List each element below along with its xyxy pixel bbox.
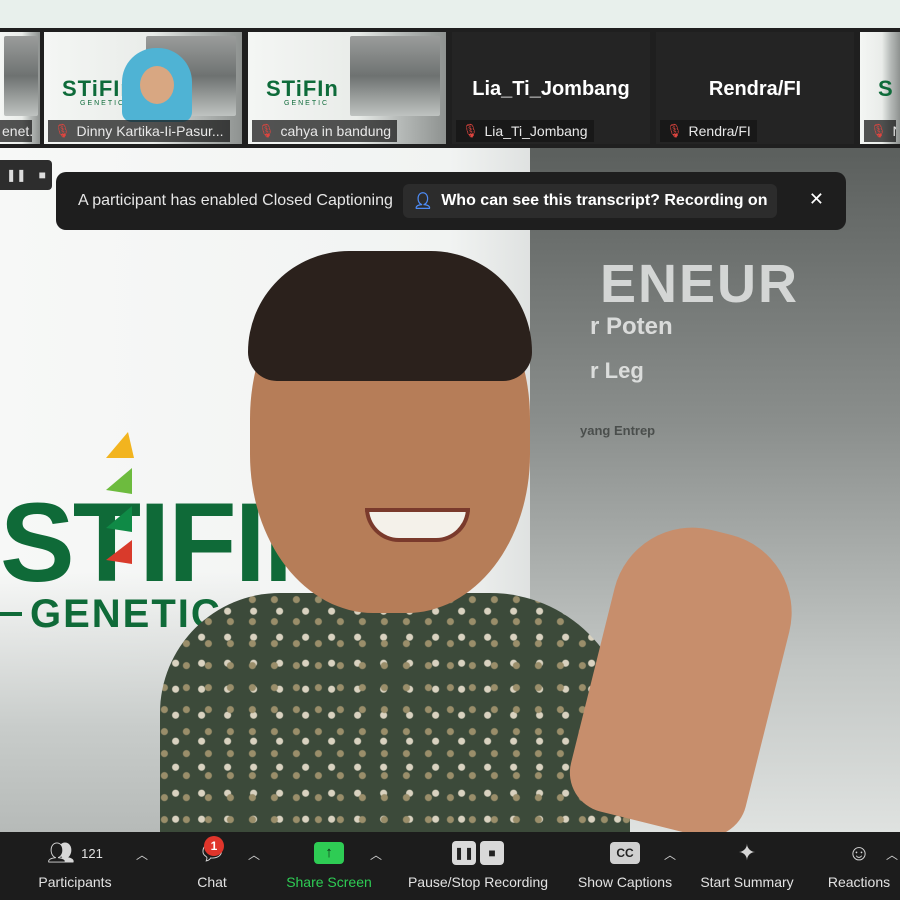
mic-muted-icon: 🎙︎ <box>258 123 275 138</box>
chat-button[interactable]: 💬︎1 Chat <box>180 836 244 896</box>
tile-logo-sub: GENETIC <box>284 100 330 107</box>
participant-name-label: 🎙︎ Lia_Ti_Jombang <box>456 120 594 142</box>
closed-caption-notification: A participant has enabled Closed Caption… <box>56 172 846 230</box>
caption-notification-message: A participant has enabled Closed Caption… <box>78 192 393 209</box>
chat-unread-badge: 1 <box>204 836 224 856</box>
stop-recording-icon[interactable]: ■ <box>39 168 46 182</box>
tile-background-photo <box>350 36 440 116</box>
participant-display-name: Lia_Ti_Jombang <box>472 78 630 100</box>
mic-muted-icon: 🎙︎ <box>666 123 683 138</box>
share-screen-arrow-icon: ↑ <box>314 842 344 864</box>
tile-logo: S <box>878 76 894 101</box>
chat-options-chevron-icon[interactable]: ︿ <box>248 846 260 863</box>
tile-logo-sub: GENETIC <box>80 100 126 107</box>
speaker-person <box>160 251 630 832</box>
participant-strip: enet... STiFIn GENETIC 🎙︎Dinny Kartika-I… <box>0 28 900 148</box>
mic-muted-icon: 🎙︎ <box>870 123 887 138</box>
participants-options-chevron-icon[interactable]: ︿ <box>136 846 148 863</box>
close-icon[interactable]: ✕ <box>809 189 824 210</box>
participant-name-label: 🎙︎ Dinny Kartika-Ii-Pasur... <box>48 120 230 142</box>
active-speaker-video[interactable]: ENEUR r Poten r Leg yang Entrep STIFIN G… <box>0 148 900 832</box>
mic-muted-icon: 🎙︎ <box>54 123 71 138</box>
transcript-visibility-text: Who can see this transcript? Recording o… <box>441 192 768 209</box>
reactions-options-chevron-icon[interactable]: ︿ <box>886 846 898 863</box>
participant-name-label: 🎙︎ cahya in bandung <box>252 120 398 142</box>
transcript-visibility-link[interactable]: 👤︎ Who can see this transcript? Recordin… <box>402 184 778 218</box>
participant-video-face <box>122 48 192 122</box>
participant-display-name: Rendra/FI <box>708 78 802 100</box>
speaker-hair <box>248 251 532 381</box>
start-summary-button[interactable]: ✦ Start Summary <box>692 838 802 896</box>
share-options-chevron-icon[interactable]: ︿ <box>370 846 382 863</box>
pause-icon: ❚❚ <box>452 841 476 865</box>
participant-count: 121 <box>81 845 103 861</box>
participant-tile[interactable]: Lia_Ti_Jombang 🎙︎ Lia_Ti_Jombang <box>452 32 650 144</box>
sparkle-icon: ✦ <box>737 840 757 865</box>
pause-stop-recording-button[interactable]: ❚❚ ■ Pause/Stop Recording <box>398 838 558 896</box>
participants-icon: 👥︎ <box>47 840 76 865</box>
participants-label: Participants <box>38 874 112 890</box>
recording-mini-controls: ❚❚ ■ <box>0 160 52 190</box>
person-icon: 👤︎ <box>412 193 434 210</box>
meeting-toolbar: 👥︎ 121 Participants ︿ 💬︎1 Chat ︿ ↑ Share … <box>0 832 900 900</box>
reactions-label: Reactions <box>827 874 891 890</box>
captions-options-chevron-icon[interactable]: ︿ <box>664 846 676 863</box>
start-summary-label: Start Summary <box>700 874 794 890</box>
participants-button[interactable]: 👥︎ 121 Participants <box>28 838 122 896</box>
speaker-batik-shirt <box>160 593 630 832</box>
stop-icon: ■ <box>480 841 504 865</box>
show-captions-label: Show Captions <box>577 874 673 890</box>
pause-recording-icon[interactable]: ❚❚ <box>6 168 26 182</box>
participant-tile[interactable]: S 🎙︎N <box>860 32 900 144</box>
closed-captions-icon: CC <box>610 842 640 864</box>
participant-name-label: 🎙︎N <box>864 120 896 142</box>
tile-video-feed <box>4 36 38 116</box>
reactions-button[interactable]: ☺︎ Reactions <box>822 838 896 896</box>
smiley-plus-icon: ☺︎ <box>847 840 871 865</box>
share-screen-label: Share Screen <box>286 874 372 890</box>
participant-tile[interactable]: STiFIn GENETIC 🎙︎ Dinny Kartika-Ii-Pasur.… <box>44 32 242 144</box>
logo-rule-left <box>0 612 22 616</box>
mic-muted-icon: 🎙︎ <box>462 123 479 138</box>
participant-tile[interactable]: enet... <box>0 32 40 144</box>
participant-name-label: enet... <box>0 120 32 142</box>
tile-logo: STiFIn <box>266 76 339 101</box>
share-screen-button[interactable]: ↑ Share Screen <box>280 838 378 896</box>
participant-tile[interactable]: Rendra/FI 🎙︎ Rendra/FI <box>656 32 854 144</box>
dna-helix-icon <box>106 432 134 564</box>
window-top-band <box>0 0 900 28</box>
recording-label: Pause/Stop Recording <box>407 874 549 890</box>
participant-tile[interactable]: STiFIn GENETIC 🎙︎ cahya in bandung <box>248 32 446 144</box>
participant-name-label: 🎙︎ Rendra/FI <box>660 120 757 142</box>
chat-label: Chat <box>197 874 227 890</box>
